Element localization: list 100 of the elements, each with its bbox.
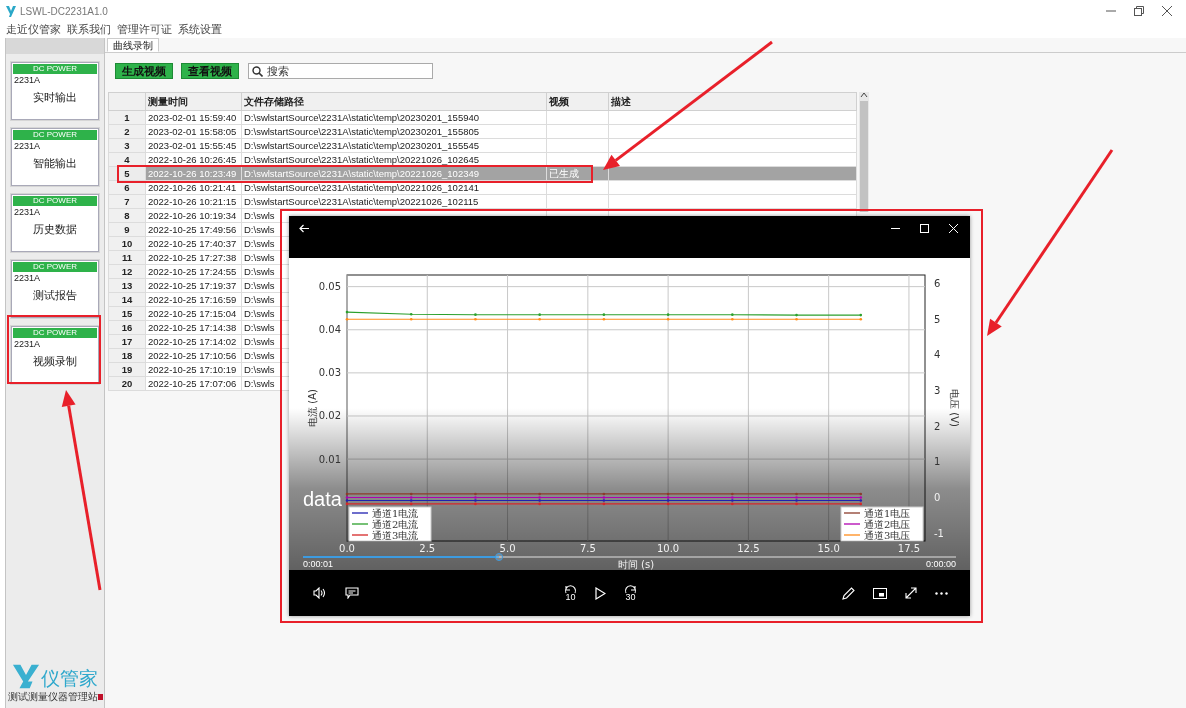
table-cell: 2022-10-25 17:14:38: [145, 320, 242, 335]
sidebar-card[interactable]: DC POWER 2231A 历史数据: [11, 194, 99, 252]
search-field[interactable]: 搜索: [248, 63, 433, 79]
legend-label: 通道3电压: [864, 530, 911, 541]
tick-label: 0.02: [318, 410, 341, 422]
back-arrow-icon[interactable]: [299, 224, 309, 233]
tick-label: 4: [934, 349, 941, 361]
card-title: 历史数据: [32, 222, 78, 237]
tick-label: 10.0: [657, 543, 680, 554]
action-button[interactable]: 查看视频: [181, 63, 239, 79]
tab[interactable]: 曲线录制: [107, 38, 159, 52]
model-label: 2231A: [13, 75, 42, 85]
tick-label: 0.05: [318, 281, 341, 293]
tick-label: 0.04: [318, 324, 341, 336]
tick-label: 5: [934, 313, 941, 325]
tick-label: 6: [934, 278, 941, 290]
fullscreen-icon[interactable]: [905, 587, 917, 599]
table-cell: 2022-10-26 10:26:45: [145, 152, 242, 167]
menu-item[interactable]: 联系我们: [67, 23, 111, 37]
column-header[interactable]: 文件存储路径: [241, 92, 547, 111]
table-cell: 2022-10-25 17:07:06: [145, 376, 242, 391]
legend-item: 通道3电流: [351, 530, 419, 541]
sidebar-card[interactable]: DC POWER 2231A 智能输出: [11, 128, 99, 186]
mini-player-icon[interactable]: [873, 587, 887, 599]
table-cell: 2022-10-26 10:21:15: [145, 194, 242, 209]
tick-label: 12.5: [737, 543, 760, 554]
table-cell: 2022-10-25 17:16:59: [145, 292, 242, 307]
table-cell: 2022-10-25 17:40:37: [145, 236, 242, 251]
model-label: 2231A: [13, 273, 42, 283]
tick-label: 0.0: [339, 543, 355, 554]
column-header[interactable]: 描述: [608, 92, 857, 111]
pencil-icon[interactable]: [842, 586, 855, 600]
rewind-icon: [564, 585, 577, 594]
card-header: DC POWER: [13, 130, 97, 140]
table-cell: 2023-02-01 15:58:05: [145, 124, 242, 139]
table-cell: 2022-10-25 17:24:55: [145, 264, 242, 279]
card-header: DC POWER: [13, 328, 97, 338]
close-icon[interactable]: [1162, 6, 1172, 16]
legend-label: 通道2电流: [372, 519, 419, 530]
scrollbar[interactable]: [859, 92, 869, 212]
legend-label: 通道3电流: [372, 530, 419, 541]
table-cell: 2022-10-25 17:10:56: [145, 348, 242, 363]
menu-item[interactable]: 管理许可证: [117, 23, 172, 37]
legend-item: 通道3电压: [843, 530, 911, 541]
legend-item: 通道2电压: [843, 519, 911, 530]
logo-block-icon: [97, 694, 103, 700]
remaining-time: 0:00:00: [925, 559, 956, 569]
legend-item: 通道2电流: [351, 519, 419, 530]
more-icon[interactable]: [935, 591, 948, 595]
legend-item: 通道1电压: [843, 508, 911, 519]
tick-label: 2: [934, 420, 941, 432]
model-label: 2231A: [13, 339, 42, 349]
action-button[interactable]: 生成视频: [115, 63, 173, 79]
window-title: LSWL-DC2231A1.0: [20, 5, 108, 17]
volume-icon[interactable]: [313, 587, 327, 599]
tick-label: 0.03: [318, 367, 341, 379]
menu-item[interactable]: 走近仪管家: [6, 23, 61, 37]
card-title: 实时输出: [32, 90, 78, 105]
table-cell: D:\swlstartSource\2231A\static\temp\20221026_102645: [241, 152, 547, 167]
maximize-icon[interactable]: [920, 224, 929, 233]
search-icon: [252, 66, 263, 77]
scroll-up-icon[interactable]: [860, 92, 868, 98]
column-header[interactable]: 视频: [546, 92, 609, 111]
table-cell: 2022-10-25 17:10:19: [145, 362, 242, 377]
forward-button[interactable]: 30: [624, 585, 637, 601]
captions-icon[interactable]: [345, 587, 359, 599]
table-cell: D:\swlstartSource\2231A\static\temp\20230201_155940: [241, 110, 547, 125]
restore-icon[interactable]: [1134, 6, 1144, 16]
tick-label: 1: [934, 456, 941, 468]
legend-item: 通道1电流: [351, 508, 419, 519]
model-label: 2231A: [13, 207, 42, 217]
tick-label: 17.5: [897, 543, 921, 554]
table-cell: D:\swlstartSource\2231A\static\temp\20221026_102141: [241, 180, 547, 195]
sidebar-card[interactable]: DC POWER 2231A 实时输出: [11, 62, 99, 120]
logo-mark-icon: [12, 662, 40, 690]
menu-item[interactable]: 系统设置: [178, 23, 222, 37]
table-cell: D:\swlstartSource\2231A\static\temp\20230201_155805: [241, 124, 547, 139]
tick-label: 0: [934, 492, 941, 503]
card-title: 视频录制: [32, 354, 78, 369]
table-cell: D:\swlstartSource\2231A\static\temp\20230201_155545: [241, 138, 547, 153]
tick-label: 2.5: [419, 543, 436, 554]
sidebar-card[interactable]: DC POWER 2231A 测试报告: [11, 260, 99, 318]
sidebar-card[interactable]: DC POWER 2231A 视频录制: [11, 326, 99, 384]
model-label: 2231A: [13, 141, 42, 151]
table-cell: 2022-10-26 10:19:34: [145, 208, 242, 223]
table-cell: 2022-10-25 17:14:02: [145, 334, 242, 349]
legend-label: 通道1电压: [864, 508, 911, 519]
forward-icon: [624, 585, 637, 594]
axis-label: 时间 (s): [617, 559, 655, 570]
table-cell: D:\swlstartSource\2231A\static\temp\20221026_102115: [241, 194, 547, 209]
logo-subtitle: 测试测量仪器管理站: [7, 690, 98, 704]
corner-cell: [108, 92, 146, 111]
progress-thumb[interactable]: [494, 553, 503, 561]
rewind-button[interactable]: 10: [564, 585, 577, 601]
tick-label: 0.01: [318, 453, 341, 465]
column-header[interactable]: 测量时间: [145, 92, 242, 111]
elapsed-time: 0:00:01: [303, 559, 334, 569]
table-cell: 2023-02-01 15:55:45: [145, 138, 242, 153]
tick-label: -1: [934, 527, 944, 539]
play-icon[interactable]: [595, 586, 606, 600]
